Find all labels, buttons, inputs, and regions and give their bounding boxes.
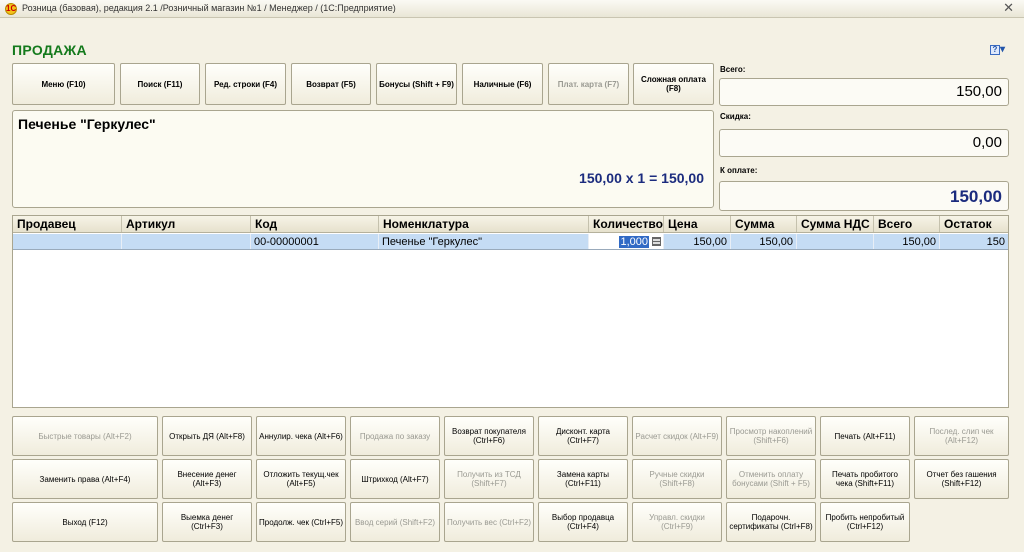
cash-button[interactable]: Наличные (F6) (462, 63, 543, 105)
discount-label: Скидка: (720, 112, 751, 121)
customer-return-button[interactable]: Возврат покупателя (Ctrl+F6) (444, 416, 534, 456)
cell-stock: 150 (986, 236, 1005, 248)
help-icon: ? (990, 45, 1000, 55)
topay-field: 150,00 (719, 181, 1009, 211)
discount-field: 0,00 (719, 129, 1009, 157)
col-code[interactable]: Код (251, 216, 379, 232)
col-qty[interactable]: Количество (589, 216, 664, 232)
exit-button[interactable]: Выход (F12) (12, 502, 158, 542)
col-total[interactable]: Всего (874, 216, 940, 232)
page-title: ПРОДАЖА (12, 42, 87, 58)
change-rights-button[interactable]: Заменить права (Alt+F4) (12, 459, 158, 499)
product-name: Печенье "Геркулес" (18, 116, 156, 132)
print-button[interactable]: Печать (Alt+F11) (820, 416, 910, 456)
cell-vat (797, 234, 874, 249)
open-drawer-button[interactable]: Открыть ДЯ (Alt+F8) (162, 416, 252, 456)
get-from-tsd-button[interactable]: Получить из ТСД (Shift+F7) (444, 459, 534, 499)
calculator-icon[interactable] (652, 237, 661, 246)
cell-sum: 150,00 (731, 234, 797, 249)
discount-card-button[interactable]: Дисконт. карта (Ctrl+F7) (538, 416, 628, 456)
continue-receipt-button[interactable]: Продолж. чек (Ctrl+F5) (256, 502, 346, 542)
close-icon[interactable]: ✕ (1003, 1, 1014, 15)
col-item[interactable]: Номенклатура (379, 216, 589, 232)
manual-discounts-button[interactable]: Ручные скидки (Shift+F8) (632, 459, 722, 499)
cell-total: 150,00 (874, 234, 940, 249)
total-label: Всего: (720, 65, 746, 74)
sales-table[interactable]: Продавец Артикул Код Номенклатура Количе… (12, 215, 1009, 408)
table-row[interactable]: 00-00000001 Печенье "Геркулес" 1,000 150… (13, 234, 1008, 250)
qty-input[interactable]: 1,000 (589, 234, 664, 249)
get-weight-button[interactable]: Получить вес (Ctrl+F2) (444, 502, 534, 542)
postpone-receipt-button[interactable]: Отложить текущ.чек (Alt+F5) (256, 459, 346, 499)
complex-payment-button[interactable]: Сложная оплата (F8) (633, 63, 714, 105)
menu-button[interactable]: Меню (F10) (12, 63, 115, 105)
barcode-button[interactable]: Штрихкод (Alt+F7) (350, 459, 440, 499)
window-titlebar: 1C Розница (базовая), редакция 2.1 /Розн… (0, 0, 1024, 18)
search-button[interactable]: Поиск (F11) (120, 63, 200, 105)
cancel-bonus-payment-button[interactable]: Отменить оплату бонусами (Shift + F5) (726, 459, 816, 499)
managed-discounts-button[interactable]: Управл. скидки (Ctrl+F9) (632, 502, 722, 542)
edit-line-button[interactable]: Ред. строки (F4) (205, 63, 286, 105)
cash-in-button[interactable]: Внесение денег (Alt+F3) (162, 459, 252, 499)
cash-out-button[interactable]: Выемка денег (Ctrl+F3) (162, 502, 252, 542)
bonus-button[interactable]: Бонусы (Shift + F9) (376, 63, 457, 105)
table-header: Продавец Артикул Код Номенклатура Количе… (13, 216, 1008, 233)
view-savings-button[interactable]: Просмотр накоплений (Shift+F6) (726, 416, 816, 456)
gift-certificates-button[interactable]: Подарочн. сертификаты (Ctrl+F8) (726, 502, 816, 542)
replace-card-button[interactable]: Замена карты (Ctrl+F11) (538, 459, 628, 499)
col-article[interactable]: Артикул (122, 216, 251, 232)
qty-value: 1,000 (619, 236, 649, 248)
col-seller[interactable]: Продавец (13, 216, 122, 232)
cell-seller (13, 234, 122, 249)
cell-item: Печенье "Геркулес" (379, 234, 589, 249)
punch-unpunched-button[interactable]: Пробить непробитый (Ctrl+F12) (820, 502, 910, 542)
quick-goods-button[interactable]: Быстрые товары (Alt+F2) (12, 416, 158, 456)
cancel-receipt-button[interactable]: Аннулир. чека (Alt+F6) (256, 416, 346, 456)
chevron-down-icon: ▾ (1000, 44, 1006, 55)
return-button[interactable]: Возврат (F5) (291, 63, 371, 105)
calc-discounts-button[interactable]: Расчет скидок (Alt+F9) (632, 416, 722, 456)
app-logo-icon: 1C (5, 3, 17, 15)
col-stock[interactable]: Остаток (940, 216, 1008, 232)
select-seller-button[interactable]: Выбор продавца (Ctrl+F4) (538, 502, 628, 542)
last-slip-button[interactable]: Послед. слип чек (Alt+F12) (914, 416, 1009, 456)
x-report-button[interactable]: Отчет без гашения (Shift+F12) (914, 459, 1009, 499)
product-panel: Печенье "Геркулес" 150,00 x 1 = 150,00 (12, 110, 714, 208)
product-calc: 150,00 x 1 = 150,00 (579, 170, 704, 186)
card-payment-button[interactable]: Плат. карта (F7) (548, 63, 629, 105)
cell-article (122, 234, 251, 249)
print-punched-receipt-button[interactable]: Печать пробитого чека (Shift+F11) (820, 459, 910, 499)
col-price[interactable]: Цена (664, 216, 731, 232)
total-field: 150,00 (719, 78, 1009, 106)
enter-series-button[interactable]: Ввод серий (Shift+F2) (350, 502, 440, 542)
cell-price: 150,00 (664, 234, 731, 249)
topay-label: К оплате: (720, 166, 758, 175)
order-sale-button[interactable]: Продажа по заказу (350, 416, 440, 456)
cell-code: 00-00000001 (251, 234, 379, 249)
col-vat[interactable]: Сумма НДС (797, 216, 874, 232)
help-button[interactable]: ? ▾ (990, 44, 1005, 55)
window-title: Розница (базовая), редакция 2.1 /Розничн… (22, 3, 396, 13)
col-sum[interactable]: Сумма (731, 216, 797, 232)
